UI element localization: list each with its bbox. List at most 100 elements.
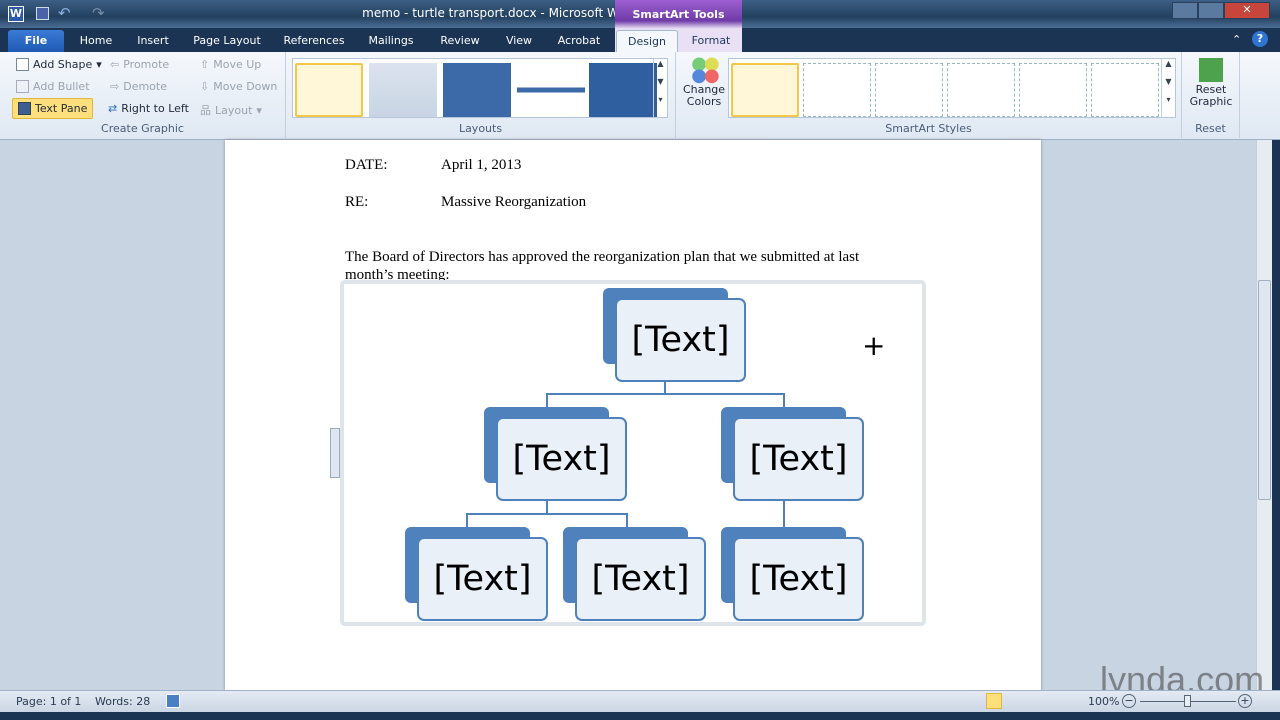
scrollbar-thumb[interactable]	[1258, 280, 1271, 500]
layout-thumb[interactable]	[369, 63, 437, 117]
context-label: SmartArt Tools	[632, 8, 725, 21]
label: Text Pane	[35, 102, 88, 115]
right-to-left-button[interactable]: ⇄ Right to Left	[108, 102, 189, 115]
connector-line	[547, 393, 785, 395]
move-down-button[interactable]: ⇩ Move Down	[200, 80, 277, 93]
help-icon[interactable]: ?	[1252, 31, 1268, 47]
org-chart-node[interactable]: [Text]	[733, 417, 864, 501]
date-label: DATE:	[345, 157, 388, 173]
text-pane-toggle[interactable]	[330, 428, 340, 478]
vertical-scrollbar[interactable]	[1256, 140, 1272, 690]
maximize-button[interactable]	[1198, 2, 1224, 19]
tab-format[interactable]: Format	[682, 30, 740, 52]
text-pane-icon	[18, 102, 31, 115]
label: Demote	[123, 80, 167, 93]
zoom-in-button[interactable]: +	[1238, 694, 1252, 708]
zoom-out-button[interactable]: −	[1122, 694, 1136, 708]
style-thumb[interactable]	[1019, 63, 1087, 117]
gallery-scroll[interactable]: ▲ ▼ ▾	[1161, 59, 1175, 117]
org-chart-node[interactable]: [Text]	[733, 537, 864, 621]
change-colors-button[interactable]: ●● ●● Change Colors	[682, 53, 726, 108]
crosshair-cursor-icon: +	[862, 329, 886, 362]
layout-thumb[interactable]	[517, 63, 585, 117]
smartart-styles-gallery: ▲ ▼ ▾	[728, 58, 1176, 118]
proofing-icon[interactable]	[166, 694, 180, 708]
re-label: RE:	[345, 194, 369, 210]
text-pane-button[interactable]: Text Pane	[12, 98, 94, 119]
close-button[interactable]: ✕	[1224, 2, 1270, 19]
paragraph-line: The Board of Directors has approved the …	[345, 249, 860, 265]
group-label: Reset	[1195, 122, 1226, 135]
group-smartart-styles: ●● ●● Change Colors ▲ ▼ ▾ SmartArt Styles	[676, 52, 1182, 138]
demote-button[interactable]: ⇨ Demote	[110, 80, 167, 93]
group-label: SmartArt Styles	[885, 122, 972, 135]
style-thumb[interactable]	[1091, 63, 1159, 117]
tab-references[interactable]: References	[278, 30, 350, 52]
connector-line	[546, 501, 548, 514]
down-arrow-icon: ⇩	[200, 80, 210, 93]
minimize-button[interactable]	[1172, 2, 1198, 19]
layouts-gallery: ▲ ▼ ▾	[292, 58, 668, 118]
layout-thumb[interactable]	[443, 63, 511, 117]
group-create-graphic: Add Shape ▾ Add Bullet Text Pane ⇦ Promot…	[0, 52, 286, 138]
tab-view[interactable]: View	[498, 30, 540, 52]
group-layouts: ▲ ▼ ▾ Layouts	[286, 52, 676, 138]
smartart-graphic[interactable]: [Text] [Text] [Text] [Text] [Text] [Text]	[330, 280, 926, 626]
org-chart-node[interactable]: [Text]	[496, 417, 627, 501]
label: Move Up	[213, 58, 262, 71]
add-shape-button[interactable]: Add Shape ▾	[16, 58, 102, 71]
tab-home[interactable]: Home	[72, 30, 120, 52]
date-value: April 1, 2013	[441, 157, 522, 173]
connector-line	[664, 381, 666, 394]
label: Move Down	[213, 80, 278, 93]
tab-page-layout[interactable]: Page Layout	[188, 30, 266, 52]
group-label: Layouts	[458, 122, 503, 135]
page-count[interactable]: Page: 1 of 1	[16, 695, 81, 708]
promote-button[interactable]: ⇦ Promote	[110, 58, 169, 71]
add-shape-icon	[16, 58, 29, 71]
word-count[interactable]: Words: 28	[95, 695, 150, 708]
status-bar: Page: 1 of 1 Words: 28 100% − +	[0, 690, 1280, 712]
label: Layout	[215, 103, 253, 117]
style-thumb[interactable]	[731, 63, 799, 117]
tab-design[interactable]: Design	[616, 30, 678, 52]
reset-graphic-icon	[1199, 58, 1223, 82]
zoom-level[interactable]: 100%	[1088, 695, 1119, 708]
tab-mailings[interactable]: Mailings	[362, 30, 420, 52]
add-bullet-button[interactable]: Add Bullet	[16, 80, 90, 93]
layout-thumb[interactable]	[589, 63, 657, 117]
label: Add Shape	[33, 58, 93, 71]
style-thumb[interactable]	[947, 63, 1015, 117]
style-thumb[interactable]	[875, 63, 943, 117]
tab-insert[interactable]: Insert	[128, 30, 178, 52]
document-area: DATE: April 1, 2013 RE: Massive Reorgani…	[0, 140, 1256, 690]
org-chart-node[interactable]: [Text]	[575, 537, 706, 621]
left-arrow-icon: ⇦	[110, 58, 120, 71]
layout-button[interactable]: 品 Layout ▾	[200, 102, 262, 118]
tab-review[interactable]: Review	[434, 30, 486, 52]
label: Change Colors	[682, 83, 726, 108]
tab-acrobat[interactable]: Acrobat	[552, 30, 606, 52]
tab-file[interactable]: File	[8, 30, 64, 52]
group-label: Create Graphic	[101, 122, 184, 135]
color-dots-icon: ●● ●●	[691, 53, 719, 86]
collapse-ribbon-icon[interactable]: ⌃	[1232, 33, 1241, 46]
reset-graphic-button[interactable]: Reset Graphic	[1186, 58, 1236, 108]
document-page[interactable]: DATE: April 1, 2013 RE: Massive Reorgani…	[225, 140, 1041, 690]
org-chart-node[interactable]: [Text]	[615, 298, 746, 382]
label: Right to Left	[121, 102, 189, 115]
org-chart-node[interactable]: [Text]	[417, 537, 548, 621]
move-up-button[interactable]: ⇧ Move Up	[200, 58, 261, 71]
print-layout-view-icon[interactable]	[986, 693, 1002, 709]
label: Add Bullet	[33, 80, 90, 93]
ribbon: Add Shape ▾ Add Bullet Text Pane ⇦ Promot…	[0, 52, 1280, 140]
label: Promote	[123, 58, 170, 71]
up-arrow-icon: ⇧	[200, 58, 210, 71]
re-value: Massive Reorganization	[441, 194, 587, 210]
gallery-scroll[interactable]: ▲ ▼ ▾	[653, 59, 667, 117]
zoom-slider-thumb[interactable]	[1184, 695, 1191, 707]
style-thumb[interactable]	[803, 63, 871, 117]
label: Reset Graphic	[1189, 83, 1233, 108]
layout-hierarchy-thumb[interactable]	[295, 63, 363, 117]
org-chart-icon: 品	[200, 104, 211, 117]
